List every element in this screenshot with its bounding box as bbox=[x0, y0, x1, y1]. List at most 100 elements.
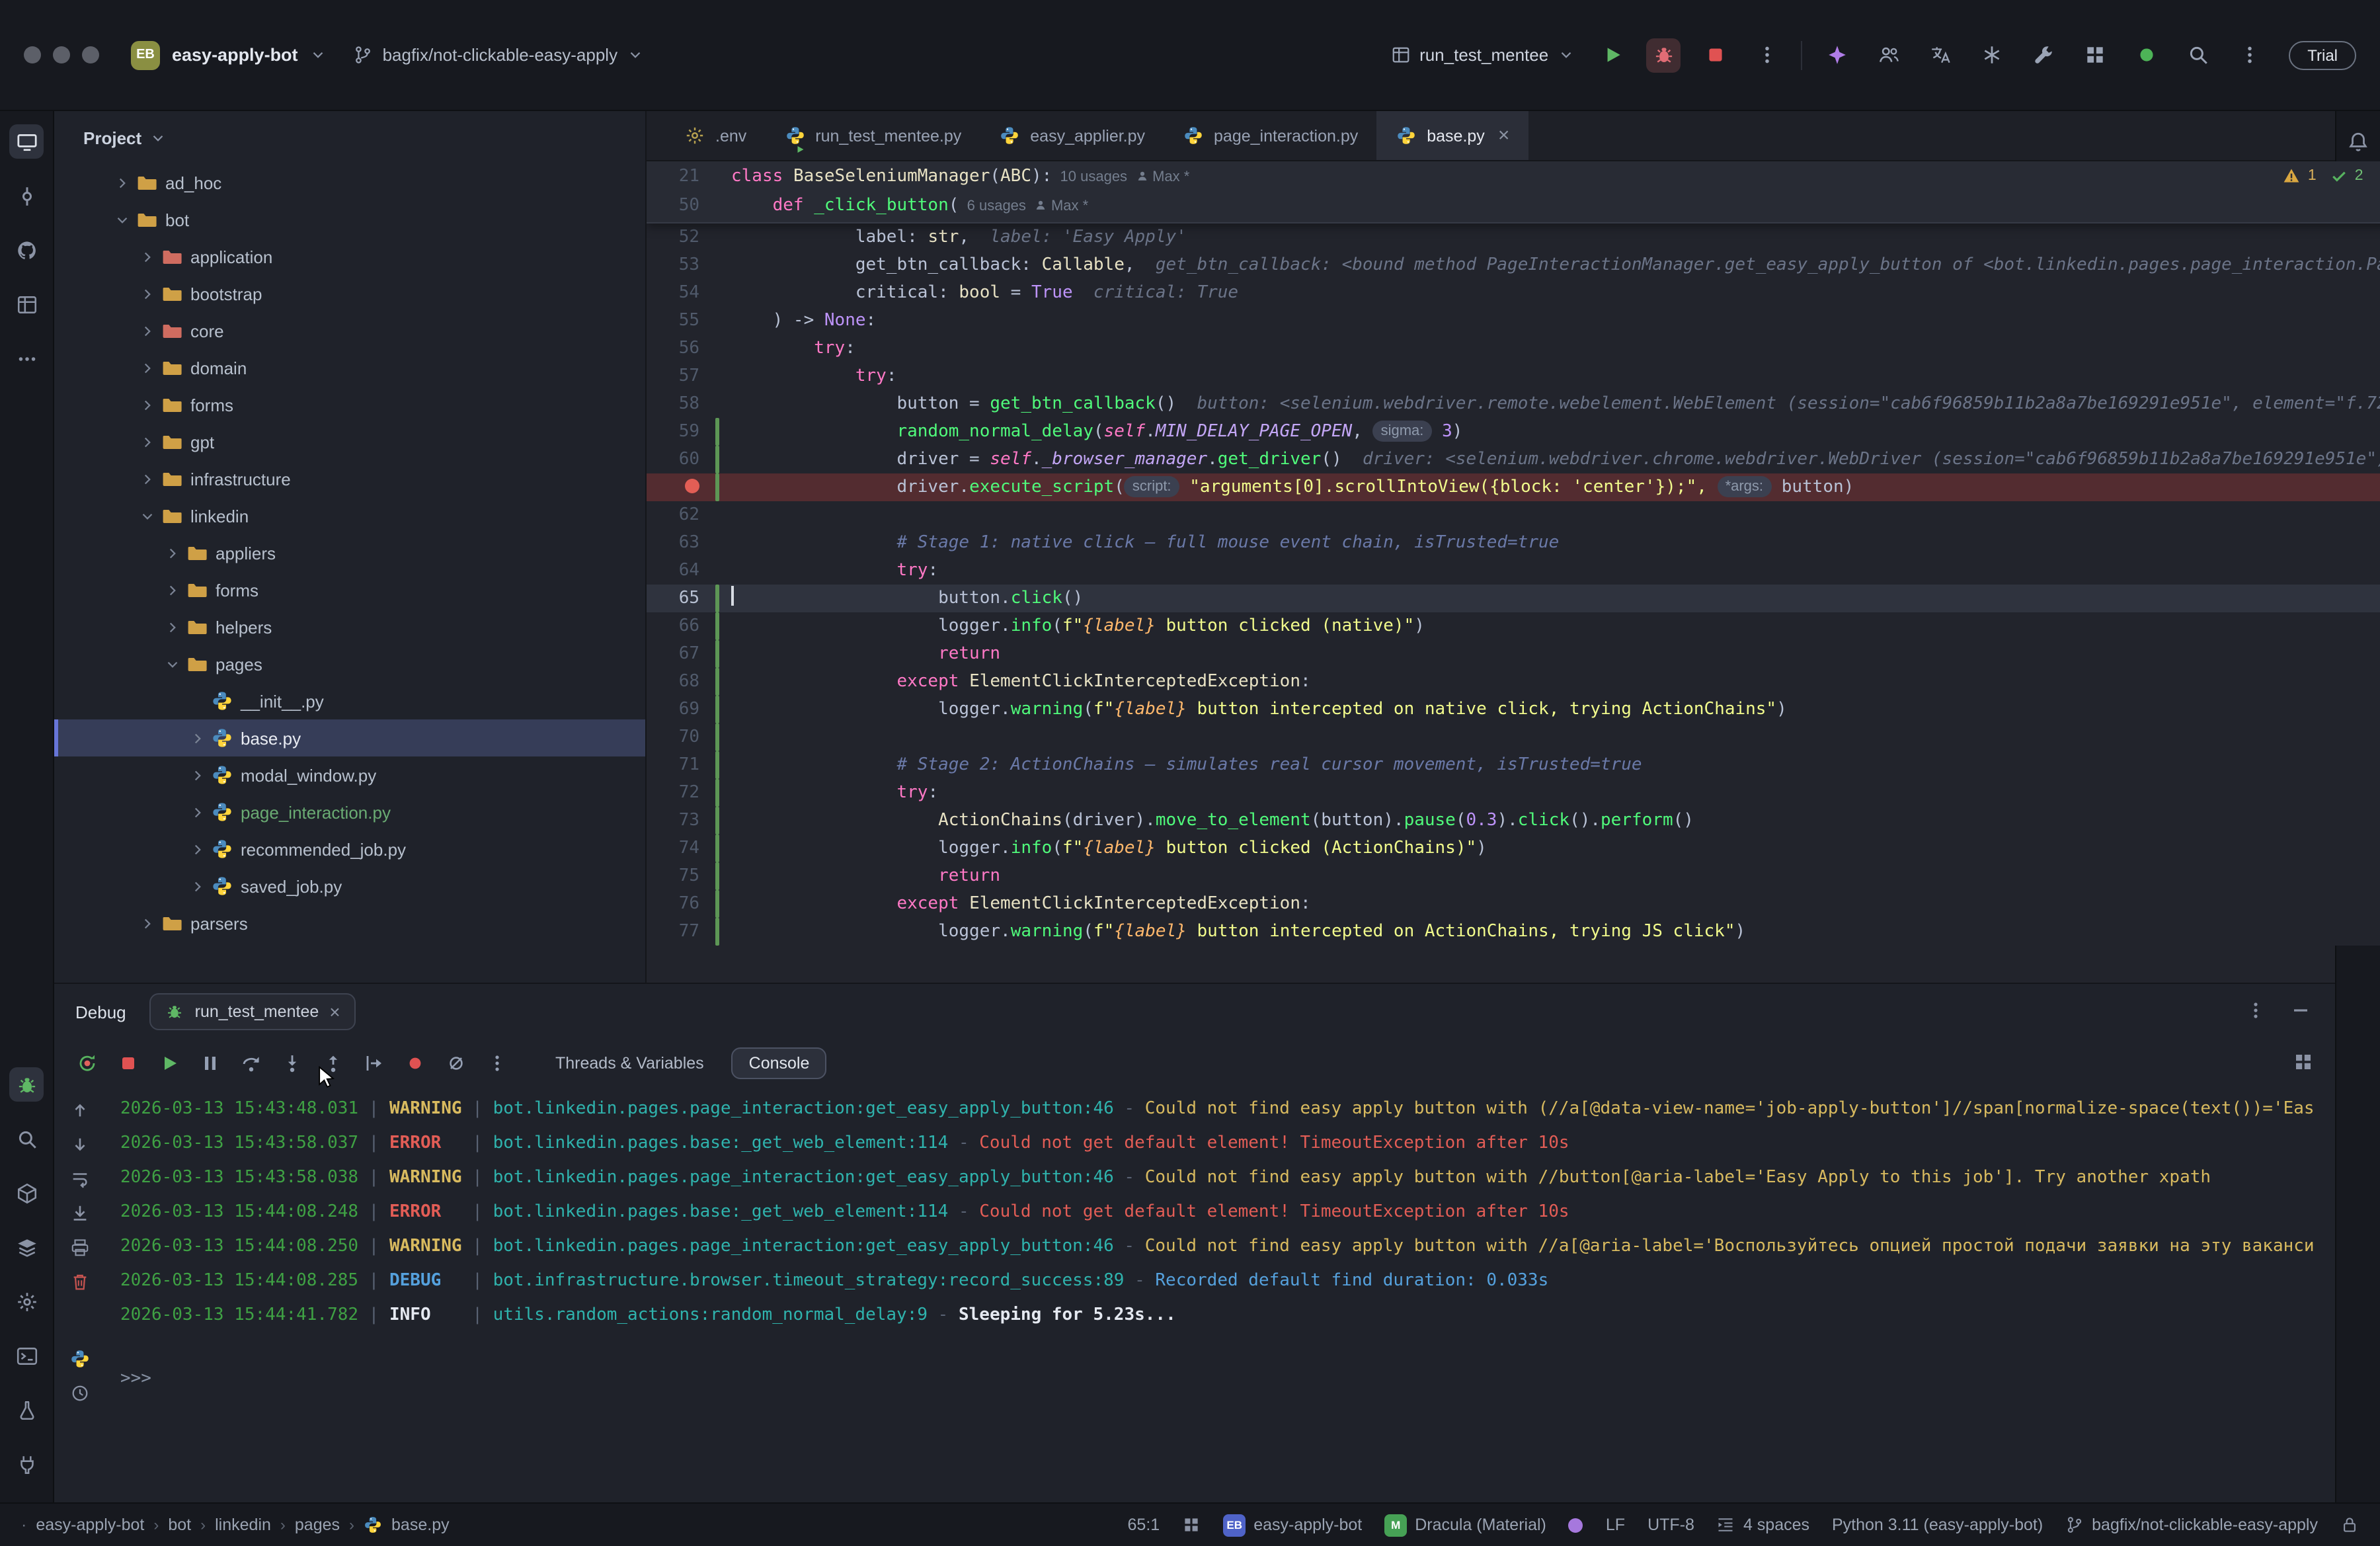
code-line-71[interactable]: 71 # Stage 2: ActionChains — simulates r… bbox=[647, 751, 2380, 779]
plugin-asterisk-icon[interactable] bbox=[1974, 38, 2008, 72]
services-icon[interactable] bbox=[9, 1230, 44, 1264]
code-line-59[interactable]: 59 random_normal_delay(self.MIN_DELAY_PA… bbox=[647, 418, 2380, 446]
line-number[interactable]: 76 bbox=[647, 890, 707, 918]
line-ending-widget[interactable]: LF bbox=[1606, 1516, 1625, 1534]
line-number[interactable]: 60 bbox=[647, 446, 707, 473]
project-icon[interactable] bbox=[9, 124, 44, 159]
line-number[interactable]: 52 bbox=[647, 224, 707, 251]
restart-debug-icon[interactable] bbox=[73, 1049, 102, 1078]
console-prompt[interactable]: >>> bbox=[120, 1362, 2324, 1397]
soft-wrap-icon[interactable] bbox=[70, 1169, 91, 1190]
line-number[interactable]: 62 bbox=[647, 501, 707, 529]
flask-icon[interactable] bbox=[9, 1393, 44, 1427]
code-line-52[interactable]: 52 label: str, label: 'Easy Apply' bbox=[647, 224, 2380, 251]
code-line-58[interactable]: 58 button = get_btn_callback() button: <… bbox=[647, 390, 2380, 418]
caret-position[interactable]: 65:1 bbox=[1128, 1516, 1160, 1534]
tree-item-infrastructure[interactable]: infrastructure bbox=[54, 460, 645, 497]
line-number[interactable]: 69 bbox=[647, 696, 707, 723]
encoding-widget[interactable]: UTF-8 bbox=[1647, 1516, 1694, 1534]
chevron-down-icon[interactable] bbox=[112, 210, 132, 229]
terminal-icon[interactable] bbox=[9, 1338, 44, 1373]
resume-icon[interactable] bbox=[155, 1049, 184, 1078]
chevron-right-icon[interactable] bbox=[163, 543, 182, 563]
code-line-67[interactable]: 67 return bbox=[647, 640, 2380, 668]
line-number[interactable]: 67 bbox=[647, 640, 707, 668]
branch-selector[interactable]: bagfix/not-clickable-easy-apply bbox=[354, 45, 645, 65]
tab-.env[interactable]: .env bbox=[665, 111, 765, 160]
line-number[interactable]: 54 bbox=[647, 279, 707, 307]
chevron-right-icon[interactable] bbox=[188, 839, 208, 859]
packages-icon[interactable] bbox=[9, 1176, 44, 1210]
code-line-76[interactable]: 76 except ElementClickInterceptedExcepti… bbox=[647, 890, 2380, 918]
line-number[interactable]: 77 bbox=[647, 918, 707, 946]
tree-item-pages[interactable]: pages bbox=[54, 645, 645, 682]
chevron-right-icon[interactable] bbox=[138, 469, 157, 489]
chevron-down-icon[interactable] bbox=[163, 654, 182, 674]
plugins-grid-icon[interactable] bbox=[2077, 38, 2112, 72]
line-number[interactable]: 75 bbox=[647, 862, 707, 890]
line-number[interactable]: 68 bbox=[647, 668, 707, 696]
debug-icon[interactable] bbox=[9, 1067, 44, 1102]
line-number[interactable] bbox=[647, 473, 707, 501]
tab-threads-variables[interactable]: Threads & Variables bbox=[538, 1047, 721, 1079]
tree-item-linkedin[interactable]: linkedin bbox=[54, 497, 645, 534]
console-output[interactable]: 2026-03-13 15:43:48.031 | WARNING | bot.… bbox=[107, 1087, 2335, 1502]
scroll-end-icon[interactable] bbox=[70, 1203, 91, 1225]
stop-button[interactable] bbox=[1698, 38, 1732, 72]
breadcrumb-item[interactable]: linkedin bbox=[215, 1516, 271, 1534]
tree-item-forms[interactable]: forms bbox=[54, 386, 645, 423]
code-with-me-icon[interactable] bbox=[1871, 38, 1905, 72]
tree-item-appliers[interactable]: appliers bbox=[54, 534, 645, 571]
line-number[interactable]: 70 bbox=[647, 723, 707, 751]
chevron-right-icon[interactable] bbox=[163, 580, 182, 600]
chevron-right-icon[interactable] bbox=[188, 728, 208, 748]
line-number[interactable]: 72 bbox=[647, 779, 707, 807]
grid-icon[interactable] bbox=[1182, 1516, 1201, 1534]
line-number[interactable]: 50 bbox=[647, 192, 707, 221]
code-line-55[interactable]: 55 ) -> None: bbox=[647, 307, 2380, 335]
editor[interactable]: 1 2 21class BaseSeleniumManager(ABC): 10… bbox=[647, 161, 2380, 946]
code-lines[interactable]: 52 label: str, label: 'Easy Apply'53 get… bbox=[647, 224, 2380, 946]
tree-item-gpt[interactable]: gpt bbox=[54, 423, 645, 460]
line-number[interactable]: 64 bbox=[647, 557, 707, 585]
tree-item-helpers[interactable]: helpers bbox=[54, 608, 645, 645]
debug-button[interactable] bbox=[1646, 38, 1681, 72]
line-number[interactable]: 63 bbox=[647, 529, 707, 557]
tab-easy_applier.py[interactable]: easy_applier.py bbox=[980, 111, 1164, 160]
close-window-button[interactable] bbox=[24, 46, 41, 63]
view-breakpoints-icon[interactable] bbox=[401, 1049, 430, 1078]
tab-run_test_mentee.py[interactable]: run_test_mentee.py bbox=[765, 111, 980, 160]
settings-icon[interactable] bbox=[9, 1284, 44, 1319]
step-over-icon[interactable] bbox=[237, 1049, 266, 1078]
tree-item-ad_hoc[interactable]: ad_hoc bbox=[54, 164, 645, 201]
more-v-icon[interactable] bbox=[483, 1049, 512, 1078]
tab-base.py[interactable]: base.py× bbox=[1376, 111, 1528, 160]
translate-icon[interactable] bbox=[1923, 38, 1957, 72]
theme-widget[interactable]: M Dracula (Material) bbox=[1384, 1514, 1546, 1536]
breadcrumb-item[interactable]: pages bbox=[295, 1516, 340, 1534]
chevron-right-icon[interactable] bbox=[112, 173, 132, 192]
project-selector[interactable]: EB easy-apply-bot bbox=[131, 40, 327, 69]
line-number[interactable]: 66 bbox=[647, 612, 707, 640]
minimize-panel-icon[interactable] bbox=[2290, 1000, 2314, 1024]
zoom-window-button[interactable] bbox=[82, 46, 99, 63]
chevron-right-icon[interactable] bbox=[138, 432, 157, 452]
line-number[interactable]: 59 bbox=[647, 418, 707, 446]
trial-badge[interactable]: Trial bbox=[2289, 40, 2356, 69]
breadcrumb[interactable]: ·easy-apply-bot›bot›linkedin›pages›base.… bbox=[21, 1516, 450, 1534]
more-icon[interactable] bbox=[9, 341, 44, 376]
minimize-window-button[interactable] bbox=[53, 46, 70, 63]
line-number[interactable]: 74 bbox=[647, 834, 707, 862]
line-number[interactable]: 65 bbox=[647, 585, 707, 612]
plugin-icon[interactable] bbox=[9, 1447, 44, 1481]
code-line-74[interactable]: 74 logger.info(f"{label} button clicked … bbox=[647, 834, 2380, 862]
code-line-75[interactable]: 75 return bbox=[647, 862, 2380, 890]
notifications-icon[interactable] bbox=[2341, 124, 2375, 159]
tree-item-modal_window.py[interactable]: modal_window.py bbox=[54, 756, 645, 793]
code-line-72[interactable]: 72 try: bbox=[647, 779, 2380, 807]
tree-item-core[interactable]: core bbox=[54, 312, 645, 349]
color-scheme-dot[interactable] bbox=[1569, 1518, 1583, 1532]
tab-console[interactable]: Console bbox=[732, 1047, 827, 1079]
tree-item-bootstrap[interactable]: bootstrap bbox=[54, 275, 645, 312]
lock-icon[interactable] bbox=[2340, 1516, 2359, 1534]
